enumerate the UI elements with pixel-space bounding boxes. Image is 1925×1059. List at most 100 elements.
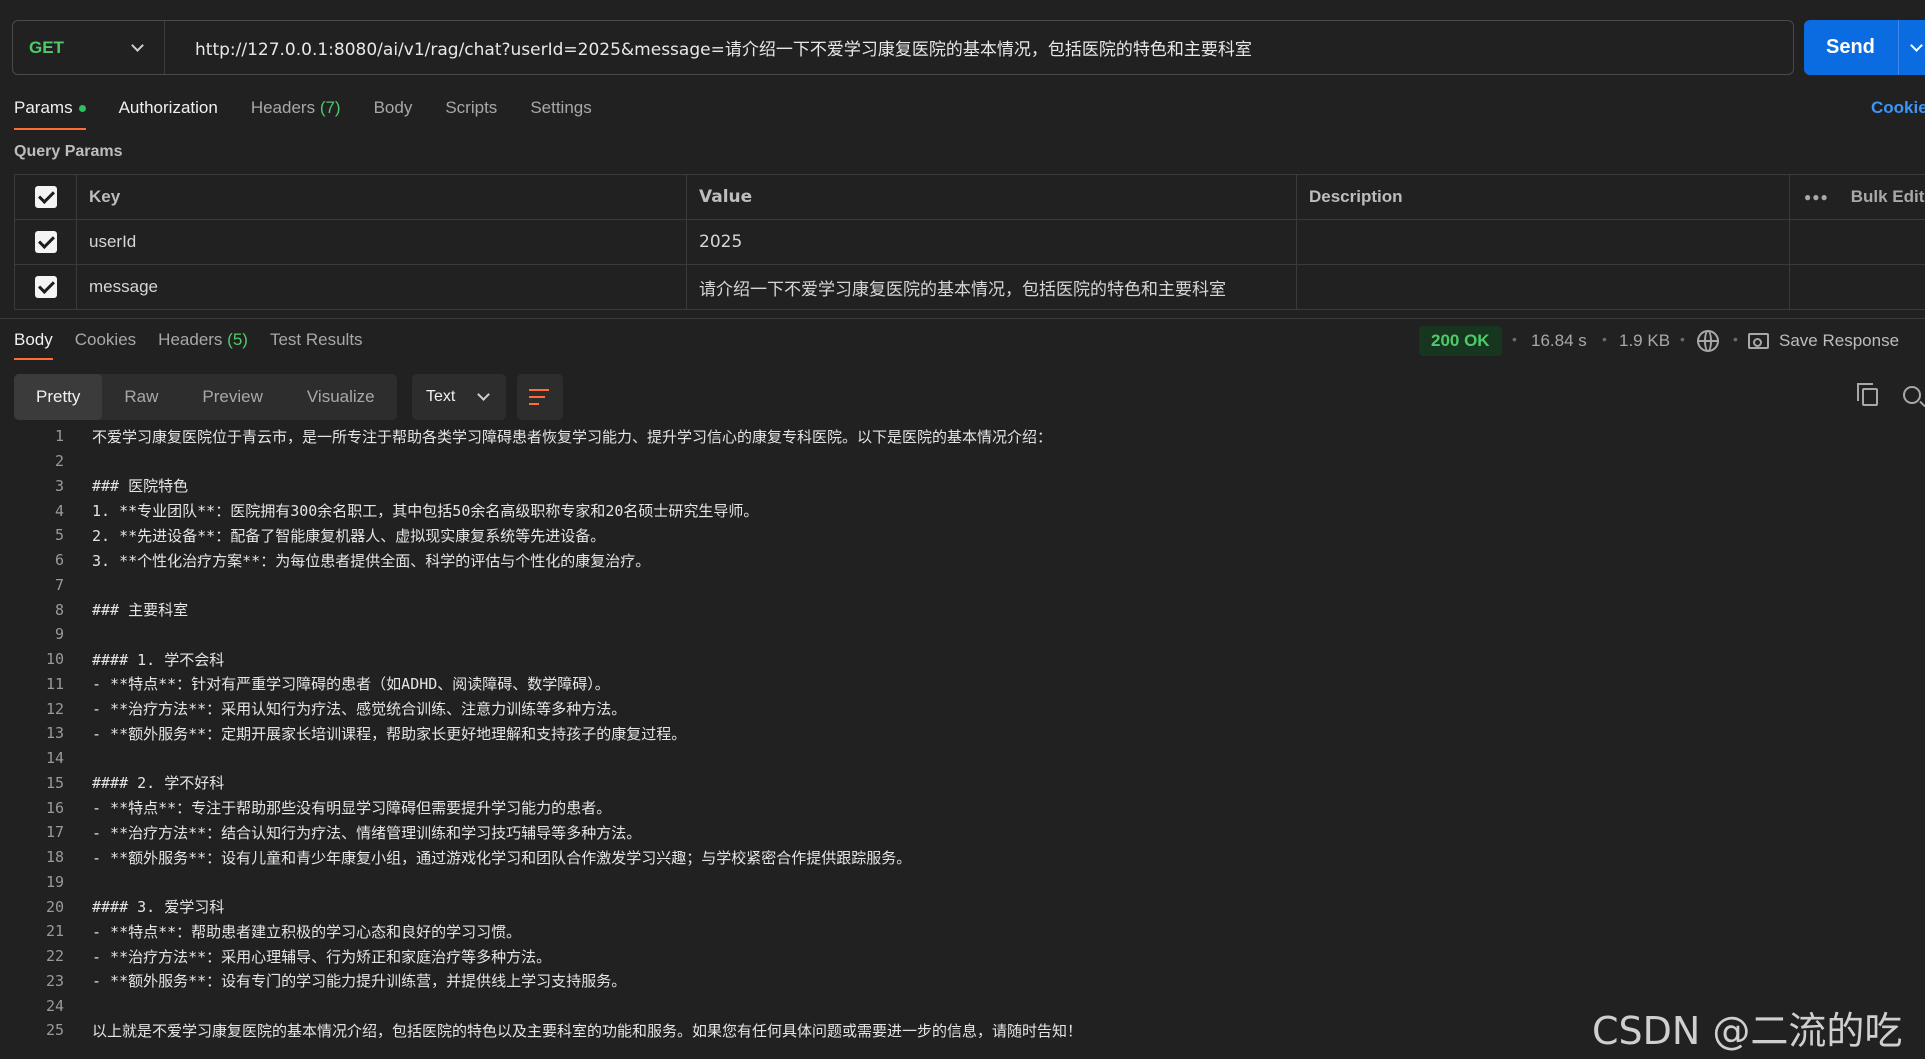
code-line: 9 — [0, 622, 1925, 647]
tab-response-cookies[interactable]: Cookies — [75, 330, 136, 360]
tab-authorization[interactable]: Authorization — [119, 98, 218, 130]
globe-icon[interactable] — [1697, 330, 1719, 352]
bulk-edit-button[interactable]: Bulk Edit — [1851, 187, 1925, 207]
tab-headers[interactable]: Headers (7) — [251, 98, 341, 130]
tab-test-results[interactable]: Test Results — [270, 330, 363, 360]
line-text: - **治疗方法**：结合认知行为疗法、情绪管理训练和学习技巧辅导等多种方法。 — [92, 823, 642, 842]
line-number: 1 — [54, 427, 64, 446]
row-check-cell[interactable] — [14, 220, 77, 264]
view-raw[interactable]: Raw — [102, 374, 180, 420]
table-row: userId 2025 — [14, 220, 1925, 265]
view-pretty[interactable]: Pretty — [14, 374, 103, 420]
row-spacer — [1790, 265, 1925, 309]
param-description[interactable] — [1297, 220, 1790, 264]
separator-dot: • — [1680, 331, 1685, 347]
method-select[interactable]: GET — [13, 21, 165, 74]
line-text: ### 主要科室 — [92, 601, 189, 620]
table-row: message 请介绍一下不爱学习康复医院的基本情况，包括医院的特色和主要科室 — [14, 265, 1925, 310]
method-label: GET — [29, 37, 64, 57]
tab-body[interactable]: Body — [374, 98, 413, 130]
watermark: CSDN @二流的吃货 — [1592, 1009, 1903, 1053]
code-line: 2 — [0, 449, 1925, 474]
send-button[interactable]: Send — [1804, 20, 1925, 75]
column-description: Description — [1297, 175, 1790, 219]
tab-response-body[interactable]: Body — [14, 330, 53, 360]
line-text: 不爱学习康复医院位于青云市，是一所专注于帮助各类学习障碍患者恢复学习能力、提升学… — [92, 427, 1053, 446]
param-key[interactable]: userId — [77, 220, 687, 264]
line-number: 25 — [45, 1021, 64, 1040]
param-value[interactable]: 2025 — [687, 220, 1297, 264]
line-text: #### 3. 爱学习科 — [92, 898, 225, 917]
code-line: 13 - **额外服务**：定期开展家长培训课程，帮助家长更好地理解和支持孩子的康… — [0, 721, 1925, 746]
send-options-button[interactable] — [1898, 20, 1925, 75]
tab-headers-label: Headers — [250, 98, 316, 117]
line-number: 12 — [45, 699, 64, 718]
request-bar: GET — [12, 20, 1794, 75]
line-number: 16 — [45, 798, 64, 817]
status-badge[interactable]: 200 OK — [1419, 326, 1502, 356]
code-line: 18 - **额外服务**：设有儿童和青少年康复小组，通过游戏化学习和团队合作激发… — [0, 845, 1925, 870]
param-value[interactable]: 请介绍一下不爱学习康复医院的基本情况，包括医院的特色和主要科室 — [687, 265, 1297, 309]
wrap-lines-button[interactable] — [517, 374, 563, 420]
param-description[interactable] — [1297, 265, 1790, 309]
row-check-cell[interactable] — [14, 265, 77, 309]
line-text: #### 1. 学不会科 — [92, 650, 225, 669]
checkbox-icon[interactable] — [34, 276, 57, 298]
params-active-dot — [78, 105, 86, 113]
line-text: - **额外服务**：定期开展家长培训课程，帮助家长更好地理解和支持孩子的康复过… — [92, 724, 687, 743]
response-size[interactable]: 1.9 KB — [1619, 331, 1670, 351]
line-number: 2 — [54, 452, 64, 471]
wrap-icon — [529, 396, 545, 398]
cookies-link[interactable]: Cookie — [1871, 98, 1925, 118]
line-number: 19 — [45, 872, 64, 891]
line-number: 17 — [45, 823, 64, 842]
format-select[interactable]: Text — [412, 374, 506, 420]
save-response-button[interactable]: Save Response — [1779, 331, 1899, 351]
line-number: 6 — [54, 551, 64, 570]
chevron-down-icon — [477, 388, 490, 401]
tab-response-headers-label: Headers — [158, 330, 223, 349]
select-all-cell[interactable] — [14, 175, 77, 219]
line-text: - **治疗方法**：采用心理辅导、行为矫正和家庭治疗等多种方法。 — [92, 947, 552, 966]
send-label: Send — [1826, 36, 1875, 58]
param-key[interactable]: message — [77, 265, 687, 309]
view-mode-group: Pretty Raw Preview Visualize — [14, 374, 397, 420]
line-number: 23 — [45, 971, 64, 990]
pane-divider[interactable] — [0, 318, 1925, 319]
tab-params[interactable]: Params — [14, 98, 86, 130]
format-label: Text — [426, 388, 456, 405]
tab-settings[interactable]: Settings — [530, 98, 591, 130]
code-line: 19 — [0, 870, 1925, 895]
url-input[interactable] — [165, 21, 1793, 74]
line-text: 2. **先进设备**：配备了智能康复机器人、虚拟现实康复系统等先进设备。 — [92, 526, 606, 545]
table-header-row: Key Value Description ●●● Bulk Edit — [14, 175, 1925, 220]
tab-scripts[interactable]: Scripts — [445, 98, 497, 130]
separator-dot: • — [1602, 331, 1607, 347]
line-text: - **特点**：专注于帮助那些没有明显学习障碍但需要提升学习能力的患者。 — [92, 799, 612, 818]
checkbox-icon[interactable] — [34, 186, 57, 208]
response-body-code[interactable]: 1 不爱学习康复医院位于青云市，是一所专注于帮助各类学习障碍患者恢复学习能力、提升… — [0, 424, 1925, 1043]
view-visualize[interactable]: Visualize — [285, 374, 397, 420]
separator-dot: • — [1733, 331, 1738, 347]
chevron-down-icon — [131, 38, 144, 52]
code-line: 6 3. **个性化治疗方案**：为每位患者提供全面、科学的评估与个性化的康复治疗… — [0, 548, 1925, 573]
query-params-title: Query Params — [14, 143, 123, 160]
row-spacer — [1790, 220, 1925, 264]
response-time[interactable]: 16.84 s — [1531, 331, 1587, 351]
checkbox-icon[interactable] — [34, 231, 57, 253]
search-icon[interactable] — [1903, 386, 1921, 404]
copy-icon[interactable] — [1857, 383, 1878, 406]
more-options-icon[interactable]: ●●● — [1804, 190, 1829, 204]
line-number: 22 — [45, 947, 64, 966]
line-number: 4 — [54, 501, 64, 520]
view-preview[interactable]: Preview — [180, 374, 284, 420]
code-line: 1 不爱学习康复医院位于青云市，是一所专注于帮助各类学习障碍患者恢复学习能力、提升… — [0, 424, 1925, 449]
code-line: 3 ### 医院特色 — [0, 474, 1925, 499]
line-number: 21 — [45, 922, 64, 941]
line-text: 以上就是不爱学习康复医院的基本情况介绍，包括医院的特色以及主要科室的功能和服务。… — [92, 1021, 1083, 1040]
wrap-icon — [529, 389, 549, 391]
code-line: 16 - **特点**：专注于帮助那些没有明显学习障碍但需要提升学习能力的患者。 — [0, 795, 1925, 820]
line-text: - **特点**：帮助患者建立积极的学习心态和良好的学习习惯。 — [92, 922, 522, 941]
save-response-icon — [1748, 333, 1769, 349]
tab-response-headers[interactable]: Headers (5) — [158, 330, 248, 360]
